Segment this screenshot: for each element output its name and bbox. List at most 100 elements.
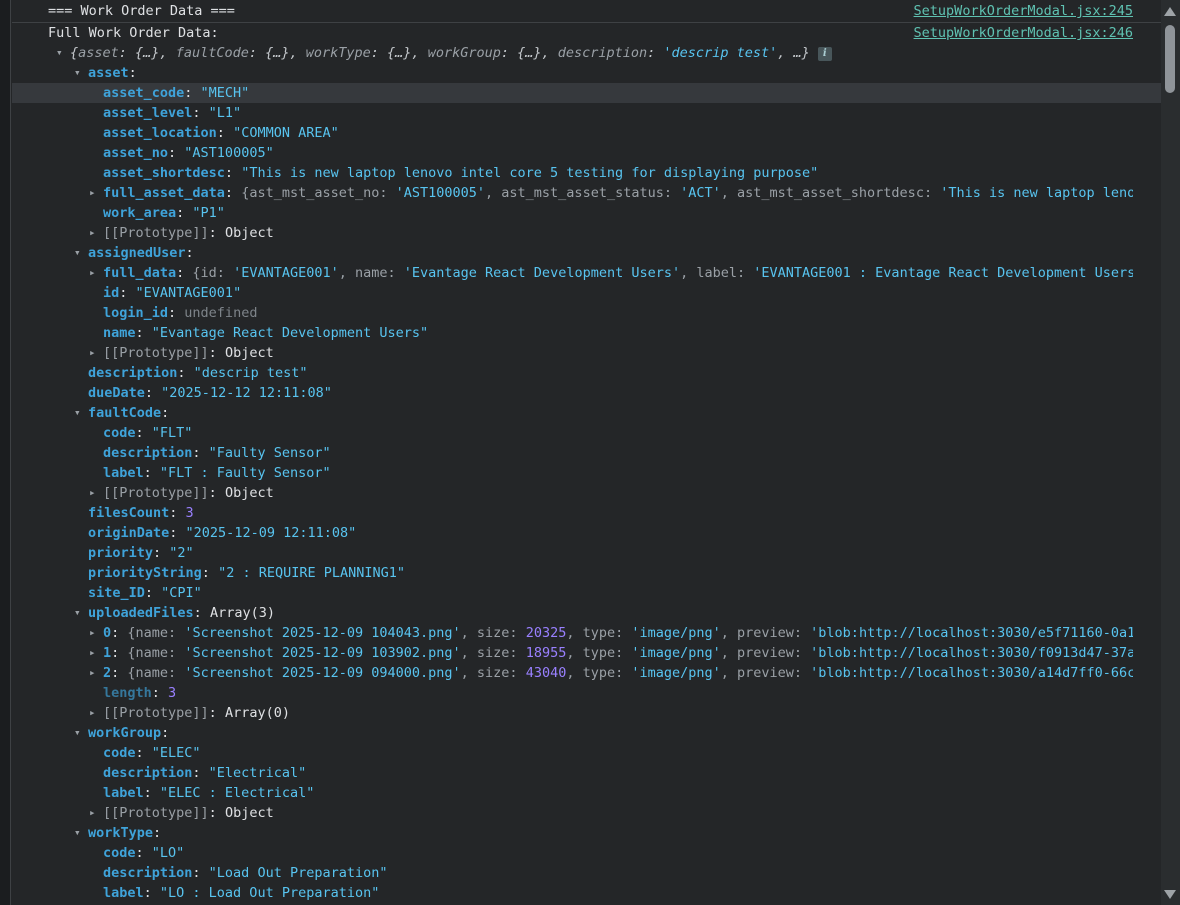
token-d: , size: [461, 625, 526, 641]
token-n: 3 [168, 685, 176, 701]
token-p: : [209, 225, 225, 241]
row-text: label: "ELEC : Electrical" [12, 783, 314, 803]
row-text: ▸full_data: {id: 'EVANTAGE001', name: 'E… [12, 263, 1133, 283]
row-text: ▾{asset: {…}, faultCode: {…}, workType: … [12, 43, 832, 63]
info-icon[interactable]: i [818, 47, 832, 61]
expand-triangle-icon[interactable]: ▸ [89, 803, 96, 823]
collapse-triangle-icon[interactable]: ▾ [74, 823, 81, 843]
prop-asset[interactable]: ▾asset: [12, 63, 1161, 83]
token-p: : [177, 365, 193, 381]
prototype-row[interactable]: ▸[[Prototype]]: Object [12, 343, 1161, 363]
row-text: label: "FLT : Faulty Sensor" [12, 463, 331, 483]
token-p: Object [225, 345, 274, 361]
prop-full_asset_data[interactable]: ▸full_asset_data: {ast_mst_asset_no: 'AS… [12, 183, 1161, 203]
expand-triangle-icon[interactable]: ▸ [89, 703, 96, 723]
prop-assignedUser[interactable]: ▾assignedUser: [12, 243, 1161, 263]
token-p: : [169, 525, 185, 541]
token-p: : [169, 505, 185, 521]
collapse-triangle-icon[interactable]: ▾ [56, 43, 63, 63]
expand-triangle-icon[interactable]: ▸ [89, 263, 96, 283]
row-text: code: "FLT" [12, 423, 192, 443]
prototype-row[interactable]: ▸[[Prototype]]: Object [12, 223, 1161, 243]
array-item-2[interactable]: ▸2: {name: 'Screenshot 2025-12-09 094000… [12, 663, 1161, 683]
collapse-triangle-icon[interactable]: ▾ [74, 603, 81, 623]
token-d: {id: [192, 265, 233, 281]
token-s: "Faulty Sensor" [209, 445, 331, 461]
token-p: : [192, 765, 208, 781]
array-item-0[interactable]: ▸0: {name: 'Screenshot 2025-12-09 104043… [12, 623, 1161, 643]
row-text: ▾workType: [12, 823, 161, 843]
console-scrollbar[interactable] [1161, 0, 1180, 905]
source-link[interactable]: SetupWorkOrderModal.jsx:245 [914, 0, 1133, 22]
expand-triangle-icon[interactable]: ▸ [89, 643, 96, 663]
scrollbar-thumb[interactable] [1165, 25, 1175, 93]
row-text: ▸[[Prototype]]: Object [12, 223, 274, 243]
prop-originDate: originDate: "2025-12-09 12:11:08" [12, 523, 1161, 543]
token-p: : [202, 565, 218, 581]
token-p: : [161, 405, 169, 421]
expand-triangle-icon[interactable]: ▸ [89, 623, 96, 643]
collapse-triangle-icon[interactable]: ▾ [74, 63, 81, 83]
token-k: work_area [103, 205, 176, 221]
prop-workType[interactable]: ▾workType: [12, 823, 1161, 843]
token-p: : [145, 385, 161, 401]
scrollbar-down-arrow-icon[interactable] [1164, 890, 1176, 899]
token-k: asset_code [103, 85, 184, 101]
row-text: dueDate: "2025-12-12 12:11:08" [12, 383, 332, 403]
prop-description: description: "descrip test" [12, 363, 1161, 383]
prop-workGroup[interactable]: ▾workGroup: [12, 723, 1161, 743]
prototype-row[interactable]: ▸[[Prototype]]: Array(0) [12, 703, 1161, 723]
row-text: originDate: "2025-12-09 12:11:08" [12, 523, 356, 543]
token-s: "P1" [192, 205, 225, 221]
prototype-row[interactable]: ▸[[Prototype]]: Object [12, 803, 1161, 823]
collapse-triangle-icon[interactable]: ▾ [74, 243, 81, 263]
expand-triangle-icon[interactable]: ▸ [89, 663, 96, 683]
prop-asset_code: asset_code: "MECH" [12, 83, 1161, 103]
array-item-1[interactable]: ▸1: {name: 'Screenshot 2025-12-09 103902… [12, 643, 1161, 663]
row-text: description: "Electrical" [12, 763, 306, 783]
token-k: description [103, 765, 192, 781]
expand-triangle-icon[interactable]: ▸ [89, 483, 96, 503]
token-k: 0 [103, 625, 111, 641]
prop-faultCode[interactable]: ▾faultCode: [12, 403, 1161, 423]
token-n: 20325 [526, 625, 567, 641]
token-k: uploadedFiles [88, 605, 194, 621]
collapse-triangle-icon[interactable]: ▾ [74, 723, 81, 743]
token-p: : [111, 665, 127, 681]
row-text: name: "Evantage React Development Users" [12, 323, 428, 343]
token-k: workGroup [88, 725, 161, 741]
token-s: "AST100005" [184, 145, 273, 161]
token-d: , type: [566, 645, 631, 661]
token-s: 'Screenshot 2025-12-09 103902.png' [184, 645, 460, 661]
source-link[interactable]: SetupWorkOrderModal.jsx:246 [914, 23, 1133, 43]
token-s: "LO" [152, 845, 185, 861]
prop-asset_location: asset_location: "COMMON AREA" [12, 123, 1161, 143]
token-s: "descrip test" [194, 365, 308, 381]
token-s: "ELEC" [152, 745, 201, 761]
row-text: ▸[[Prototype]]: Object [12, 343, 274, 363]
expand-triangle-icon[interactable]: ▸ [89, 343, 96, 363]
token-d: , name: [339, 265, 404, 281]
token-p: : [144, 785, 160, 801]
expand-triangle-icon[interactable]: ▸ [89, 183, 96, 203]
token-ip: : {…}, [119, 45, 176, 61]
token-d: , size: [461, 645, 526, 661]
collapse-triangle-icon[interactable]: ▾ [74, 403, 81, 423]
prop-full_data[interactable]: ▸full_data: {id: 'EVANTAGE001', name: 'E… [12, 263, 1161, 283]
token-s: "COMMON AREA" [233, 125, 339, 141]
token-d: , preview: [721, 625, 810, 641]
expand-triangle-icon[interactable]: ▸ [89, 223, 96, 243]
token-u: undefined [184, 305, 257, 321]
token-p: Full Work Order Data: [48, 25, 219, 41]
prototype-row[interactable]: ▸[[Prototype]]: Object [12, 483, 1161, 503]
row-text: ▾faultCode: [12, 403, 169, 423]
token-p: : [209, 345, 225, 361]
prop-uploadedFiles[interactable]: ▾uploadedFiles: Array(3) [12, 603, 1161, 623]
token-is: 'descrip test' [663, 45, 777, 61]
token-d: , type: [566, 625, 631, 641]
token-d: , type: [566, 665, 631, 681]
token-k: asset_no [103, 145, 168, 161]
scrollbar-up-arrow-icon[interactable] [1164, 7, 1176, 16]
object-preview-row[interactable]: ▾{asset: {…}, faultCode: {…}, workType: … [12, 43, 1161, 63]
token-p: : [145, 585, 161, 601]
